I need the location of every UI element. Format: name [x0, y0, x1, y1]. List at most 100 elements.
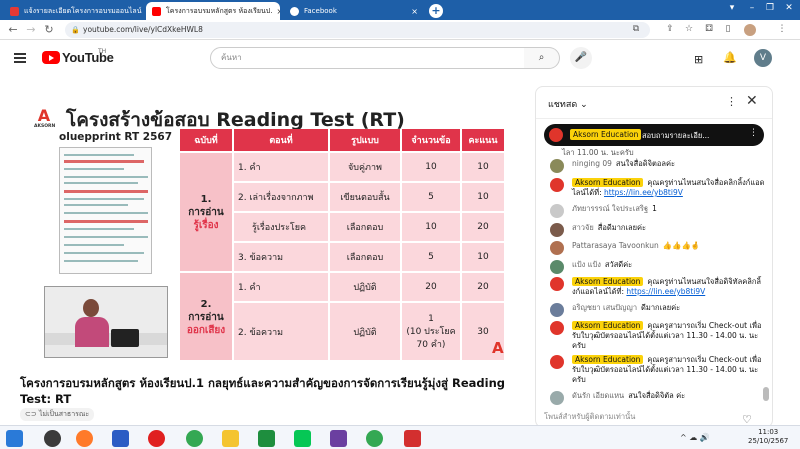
message-author[interactable]: ภัทยารรรณ์ ใจประเสริฐ — [572, 204, 648, 213]
voice-search-button[interactable]: 🎤 — [570, 47, 592, 69]
message-author[interactable]: Pattarasaya Tavoonkun — [572, 241, 659, 250]
forward-icon[interactable]: → — [24, 23, 38, 36]
part-cell: 2. เล่าเรื่องจากภาพ — [234, 183, 328, 211]
file-explorer-icon[interactable] — [222, 430, 239, 447]
clock-time: 11:03 — [758, 428, 779, 436]
close-window-button[interactable]: ✕ — [779, 3, 799, 13]
line-icon[interactable] — [294, 430, 311, 447]
aksorn-wordmark: AKSORN — [34, 124, 56, 129]
browser-tab-2[interactable]: โครงการอบรมหลักสูตร ห้องเรียนป. × — [146, 2, 280, 20]
avatar — [550, 178, 564, 192]
browser-menu-icon[interactable]: ⋮ — [776, 24, 788, 34]
chat-message: Aksorn Education คุณครูสามารถเริ่ม Check-… — [550, 321, 768, 351]
notifications-bell-icon[interactable]: 🔔 — [723, 51, 737, 64]
chat-message: ดันรัก เอียดแหน สนใจสื่อดิจิตัล ค่ะ — [550, 391, 768, 405]
section-line2: รู้เรื่อง — [193, 219, 219, 231]
hamburger-menu-icon[interactable] — [14, 53, 26, 63]
pinned-message[interactable]: Aksorn Education สอบถามรายละเอีย... ⋮ — [544, 124, 764, 146]
tab-close-icon[interactable]: × — [272, 7, 280, 16]
avatar — [550, 277, 564, 291]
section-number: 1. — [200, 193, 212, 205]
youtube-favicon-icon — [152, 6, 161, 16]
account-avatar[interactable]: V — [754, 49, 772, 67]
message-author[interactable]: Aksorn Education — [572, 178, 644, 187]
section-cell: 2. การอ่าน ออกเสียง — [180, 273, 232, 360]
youtube-header: YouTube TH ค้นหา ⌕ 🎤 ⊞ 🔔 V — [0, 40, 800, 78]
spreadsheet-icon[interactable] — [258, 430, 275, 447]
score-cell: 20 — [462, 273, 504, 301]
chat-message: Pattarasaya Tavoonkun 👍👍👍🤞 — [550, 241, 768, 255]
chat-mode-dropdown[interactable]: แชทสด ⌄ — [548, 97, 588, 111]
section-line2: ออกเสียง — [186, 324, 226, 336]
task-view-icon[interactable] — [44, 430, 61, 447]
section-number: 2. — [200, 298, 212, 310]
header-cell: รูปแบบ — [330, 129, 400, 151]
message-author[interactable]: Aksorn Education — [572, 321, 644, 330]
pinned-author: Aksorn Education — [570, 129, 642, 140]
count-cell: 10 — [402, 153, 460, 181]
format-cell: เลือกตอบ — [330, 243, 400, 271]
count-cell: 20 — [402, 273, 460, 301]
message-author[interactable]: Aksorn Education — [572, 355, 644, 364]
browser-tab-1[interactable]: แจ้งรายละเอียดโครงการอบรมออนไลน์ 2 × — [4, 2, 144, 20]
sidepanel-icon[interactable]: ▯ — [722, 24, 734, 34]
tab-label: Facebook — [304, 7, 337, 15]
chat-close-icon[interactable]: ✕ — [746, 93, 758, 109]
avatar — [550, 159, 564, 173]
app-icon[interactable] — [112, 430, 129, 447]
avatar — [550, 260, 564, 274]
chat-message: แป้ง แป้ง สวัสดีค่ะ — [550, 260, 768, 274]
tab-search-button[interactable]: ▾ — [722, 3, 742, 13]
profile-avatar-icon[interactable] — [744, 24, 756, 36]
opera-icon[interactable] — [148, 430, 165, 447]
avatar — [549, 128, 563, 142]
message-author[interactable]: ดันรัก เอียดแหน — [572, 391, 624, 400]
pinned-more-icon[interactable]: ⋮ — [749, 128, 758, 138]
table-row: 1. การอ่าน รู้เรื่อง 1. คำ จับคู่ภาพ 10 … — [180, 153, 504, 271]
message-author[interactable]: ninging 09 — [572, 159, 612, 168]
firefox-icon[interactable] — [76, 430, 93, 447]
url-field[interactable]: 🔒 youtube.com/live/ylCdXkeHWL8 — [65, 22, 650, 38]
tab-close-icon[interactable]: × — [407, 7, 418, 16]
lock-icon: 🔒 — [71, 26, 80, 34]
media-app-icon[interactable] — [330, 430, 347, 447]
header-cell: ฉบับที่ — [180, 129, 232, 151]
video-title: โครงการอบรมหลักสูตร ห้องเรียนป.1 กลยุทธ์… — [20, 376, 505, 406]
share-icon[interactable]: ⇪ — [664, 24, 676, 34]
maximize-button[interactable]: ❐ — [760, 3, 780, 13]
chat-more-icon[interactable]: ⋮ — [726, 95, 737, 108]
create-video-icon[interactable]: ⊞ — [694, 53, 703, 66]
extensions-icon[interactable]: ⚃ — [703, 24, 715, 34]
system-tray[interactable]: ^ ☁ 🔊 — [680, 433, 710, 442]
score-cell: 20 — [462, 213, 504, 241]
pdf-reader-icon[interactable] — [404, 430, 421, 447]
search-input[interactable]: ค้นหา — [210, 47, 525, 69]
header-cell: ตอนที่ — [234, 129, 328, 151]
chrome-icon[interactable] — [186, 430, 203, 447]
cast-icon[interactable]: ⧉ — [630, 24, 642, 34]
chat-scrollbar[interactable] — [763, 387, 769, 401]
blueprint-label: oluepprint RT 2567 — [59, 131, 173, 143]
message-author[interactable]: สาวจัย — [572, 223, 594, 232]
message-author[interactable]: อริญชยา เสนปัญญา — [572, 303, 637, 312]
taskbar-clock[interactable]: 11:03 25/10/2567 — [748, 428, 788, 446]
chrome-active-icon[interactable] — [366, 430, 383, 447]
minimize-button[interactable]: – — [742, 3, 762, 13]
new-tab-button[interactable]: + — [429, 4, 443, 18]
reload-icon[interactable]: ↻ — [42, 23, 56, 36]
count-cell: 5 — [402, 183, 460, 211]
message-author[interactable]: Aksorn Education — [572, 277, 644, 286]
video-player[interactable]: A AKSORN โครงสร้างข้อสอบ Reading Test (R… — [20, 95, 520, 360]
browser-tab-3[interactable]: Facebook × — [284, 2, 424, 20]
bookmark-star-icon[interactable]: ☆ — [683, 24, 695, 34]
windows-taskbar: ^ ☁ 🔊 11:03 25/10/2567 — [0, 425, 800, 449]
avatar — [550, 355, 564, 369]
youtube-logo-icon[interactable] — [42, 51, 60, 64]
windows-start-icon[interactable] — [6, 430, 23, 447]
search-button[interactable]: ⌕ — [524, 47, 560, 69]
message-author[interactable]: แป้ง แป้ง — [572, 260, 601, 269]
message-link[interactable]: https://lin.ee/yb8ti9V — [604, 188, 683, 197]
message-link[interactable]: https://lin.ee/yb8ti9V — [626, 287, 705, 296]
back-icon[interactable]: ← — [6, 23, 20, 36]
chat-message: สาวจัย สื่อดีมากเลยค่ะ — [550, 223, 768, 237]
